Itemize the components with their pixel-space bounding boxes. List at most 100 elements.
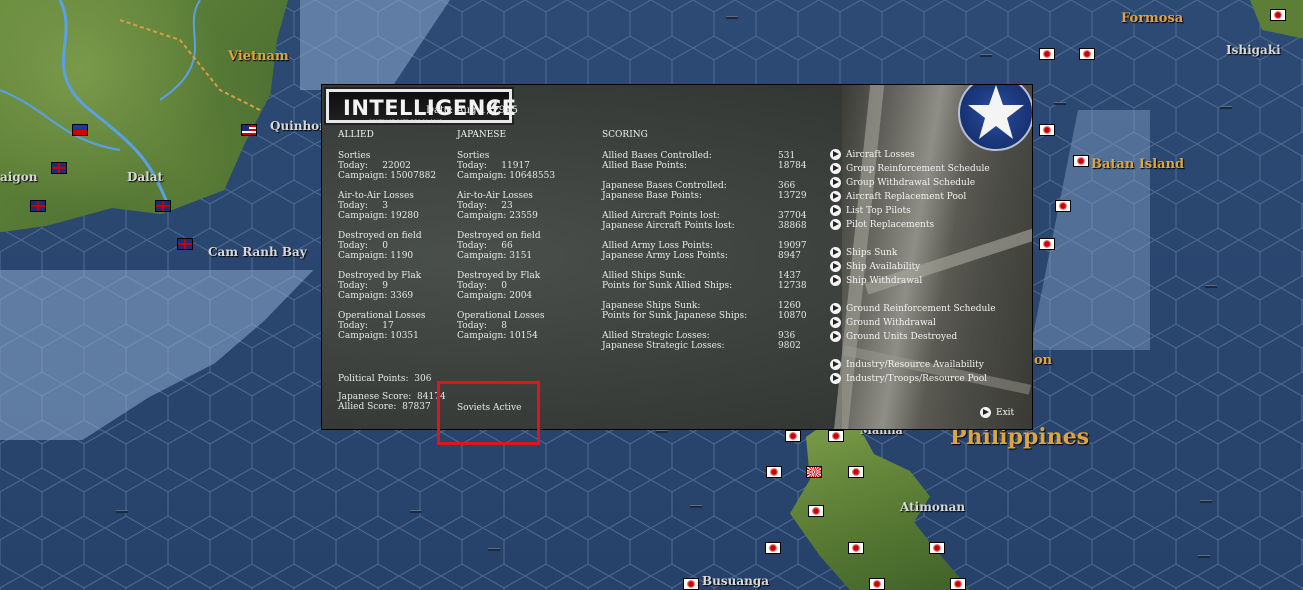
ship-marker-icon[interactable] xyxy=(656,430,668,433)
menu-label: Aircraft Losses xyxy=(846,149,915,160)
score-value: 10870 xyxy=(778,311,807,321)
menu-aircraft-replacement-pool[interactable]: Aircraft Replacement Pool xyxy=(830,191,966,202)
us-flag-icon[interactable] xyxy=(241,124,257,136)
menu-ground-reinforcement-schedule[interactable]: Ground Reinforcement Schedule xyxy=(830,303,996,314)
ship-marker-icon[interactable] xyxy=(690,505,702,508)
map-label-batan-island: Batan Island xyxy=(1091,157,1185,172)
japan-flag-icon[interactable] xyxy=(828,430,844,442)
menu-ship-availability[interactable]: Ship Availability xyxy=(830,261,920,272)
uk-flag-icon[interactable] xyxy=(30,200,46,212)
allied-air-to-air-losses: Air-to-Air Losses Today: 3 Campaign: 192… xyxy=(338,191,419,221)
allied-sorties: Sorties Today: 22002 Campaign: 15007882 xyxy=(338,151,436,181)
japan-flag-icon[interactable] xyxy=(929,542,945,554)
uk-flag-icon[interactable] xyxy=(177,238,193,250)
ship-marker-icon[interactable] xyxy=(1205,285,1217,288)
menu-industry-resource-availability[interactable]: Industry/Resource Availability xyxy=(830,359,984,370)
japan-flag-icon[interactable] xyxy=(869,578,885,590)
menu-group-withdrawal-schedule[interactable]: Group Withdrawal Schedule xyxy=(830,177,975,188)
japan-flag-icon[interactable] xyxy=(785,430,801,442)
arrow-right-icon xyxy=(830,247,841,258)
score-label: Points for Sunk Allied Ships: xyxy=(602,281,733,291)
japan-flag-icon[interactable] xyxy=(1039,238,1055,250)
current-date: Date: Aug 1, 1945 xyxy=(426,105,518,116)
score-label: Allied Army Loss Points: xyxy=(602,241,713,251)
japan-flag-icon[interactable] xyxy=(1039,48,1055,60)
menu-pilot-replacements[interactable]: Pilot Replacements xyxy=(830,219,934,230)
stat-campaign: Campaign: 2004 xyxy=(457,291,533,301)
ship-marker-icon[interactable] xyxy=(410,510,422,513)
menu-label: Ground Withdrawal xyxy=(846,317,936,328)
exit-button[interactable]: Exit xyxy=(980,407,1014,418)
menu-list-top-pilots[interactable]: List Top Pilots xyxy=(830,205,911,216)
japan-flag-icon[interactable] xyxy=(950,578,966,590)
menu-ships-sunk[interactable]: Ships Sunk xyxy=(830,247,897,258)
arrow-right-icon xyxy=(830,149,841,160)
uk-flag-icon[interactable] xyxy=(51,162,67,174)
ship-marker-icon[interactable] xyxy=(1198,555,1210,558)
menu-label: Ship Withdrawal xyxy=(846,275,923,286)
stat-campaign: Campaign: 3369 xyxy=(338,291,414,301)
ship-marker-icon[interactable] xyxy=(488,548,500,551)
stat-campaign: Campaign: 10154 xyxy=(457,331,538,341)
roc-flag-icon[interactable] xyxy=(72,124,88,136)
menu-aircraft-losses[interactable]: Aircraft Losses xyxy=(830,149,915,160)
japan-flag-icon[interactable] xyxy=(1039,124,1055,136)
japan-flag-icon[interactable] xyxy=(1055,200,1071,212)
japan-flag-icon[interactable] xyxy=(683,578,699,590)
japan-flag-icon[interactable] xyxy=(766,466,782,478)
uk-flag-icon[interactable] xyxy=(155,200,171,212)
score-label: Japanese Base Points: xyxy=(602,191,702,201)
stat-today: Today: 9 xyxy=(338,281,388,291)
menu-ground-withdrawal[interactable]: Ground Withdrawal xyxy=(830,317,936,328)
ship-marker-icon[interactable] xyxy=(726,16,738,19)
allied-destroyed-by-flak: Destroyed by Flak Today: 9 Campaign: 336… xyxy=(338,271,421,301)
japan-flag-icon[interactable] xyxy=(1270,9,1286,21)
stat-title: Destroyed by Flak xyxy=(457,271,541,281)
map-label-vietnam: Vietnam xyxy=(228,49,289,64)
stat-today: Today: 17 xyxy=(338,321,394,331)
stat-today: Today: 8 xyxy=(457,321,507,331)
japan-flag-icon[interactable] xyxy=(1079,48,1095,60)
menu-label: Pilot Replacements xyxy=(846,219,935,230)
japan-flag-icon[interactable] xyxy=(848,466,864,478)
arrow-right-icon xyxy=(830,219,841,230)
intelligence-panel: INTELLIGENCE CONTRACT DATE DEC 31 1942 D… xyxy=(321,84,1033,430)
score-value: 1437 xyxy=(778,271,801,281)
stat-today: Today: 23 xyxy=(457,201,513,211)
ship-marker-icon[interactable] xyxy=(116,510,128,513)
ship-marker-icon[interactable] xyxy=(980,54,992,57)
score-value: 13729 xyxy=(778,191,807,201)
japan-flag-icon[interactable] xyxy=(848,542,864,554)
menu-label: Industry/Resource Availability xyxy=(846,359,984,370)
menu-ship-withdrawal[interactable]: Ship Withdrawal xyxy=(830,275,922,286)
japan-flag-icon[interactable] xyxy=(765,542,781,554)
menu-industry-troops-resource-pool[interactable]: Industry/Troops/Resource Pool xyxy=(830,373,987,384)
japan-flag-icon[interactable] xyxy=(808,505,824,517)
menu-label: Ships Sunk xyxy=(846,247,898,258)
ship-marker-icon[interactable] xyxy=(1200,500,1212,503)
map-label-dalat: Dalat xyxy=(127,170,164,184)
japanese-operational-losses: Operational Losses Today: 8 Campaign: 10… xyxy=(457,311,545,341)
japanese-destroyed-by-flak: Destroyed by Flak Today: 0 Campaign: 200… xyxy=(457,271,540,301)
map-label-formosa: Formosa xyxy=(1121,11,1184,26)
stat-campaign: Campaign: 15007882 xyxy=(338,171,437,181)
score-label: Allied Ships Sunk: xyxy=(602,271,686,281)
map-label-cam-ranh-bay: Cam Ranh Bay xyxy=(208,245,307,259)
map-label-ishigaki: Ishigaki xyxy=(1226,43,1281,57)
menu-ground-units-destroyed[interactable]: Ground Units Destroyed xyxy=(830,331,957,342)
menu-group-reinforcement-schedule[interactable]: Group Reinforcement Schedule xyxy=(830,163,990,174)
ship-marker-icon[interactable] xyxy=(1054,102,1066,105)
stat-today: Today: 11917 xyxy=(457,161,530,171)
arrow-right-icon xyxy=(830,261,841,272)
ship-marker-icon[interactable] xyxy=(1220,106,1232,109)
menu-label: Group Withdrawal Schedule xyxy=(846,177,976,188)
score-value: 19097 xyxy=(778,241,807,251)
japan-flag-icon[interactable] xyxy=(1073,155,1089,167)
stat-title: Air-to-Air Losses xyxy=(457,191,533,201)
arrow-right-icon xyxy=(830,317,841,328)
japan-flag-icon[interactable] xyxy=(806,466,822,478)
map-label-busuanga: Busuanga xyxy=(702,574,770,588)
arrow-right-icon xyxy=(830,359,841,370)
menu-label: Ground Units Destroyed xyxy=(846,331,958,342)
stat-today: Today: 3 xyxy=(338,201,388,211)
